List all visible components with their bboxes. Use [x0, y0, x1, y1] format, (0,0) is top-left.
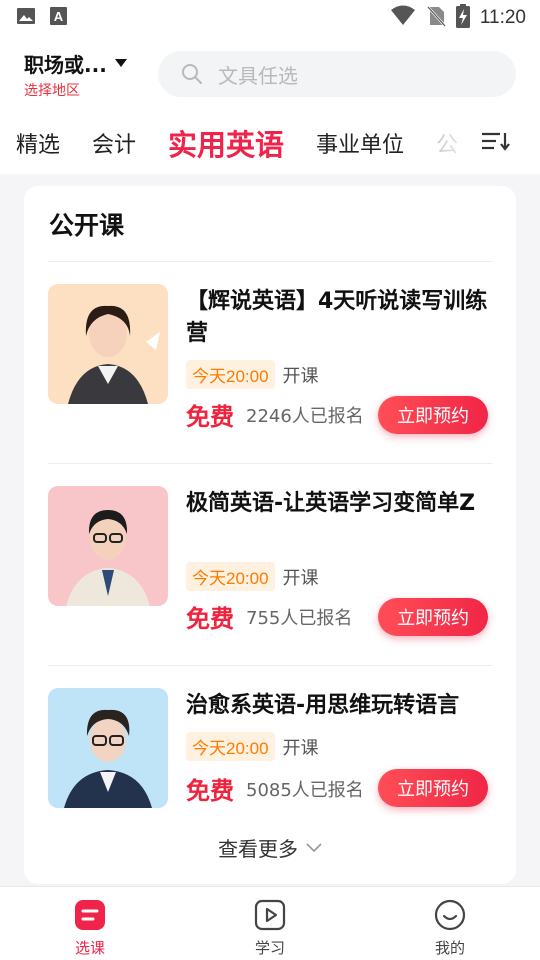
- search-input[interactable]: 文具任选: [158, 51, 516, 97]
- time-badge: 今天20:00: [186, 360, 275, 389]
- nav-label: 我的: [434, 939, 465, 957]
- sort-list-icon[interactable]: [480, 129, 510, 157]
- bottom-nav: 选课 学习 我的: [0, 886, 540, 960]
- open-label: 开课: [282, 365, 319, 387]
- header: 职场或... 选择地区 文具任选: [0, 36, 540, 112]
- open-class-card: 公开课 【辉说英语】4天听说读写训练营 今天20:00 开课 免费 2246人已…: [24, 186, 516, 884]
- course-meta: 今天20:00 开课: [186, 562, 319, 591]
- time-badge: 今天20:00: [186, 562, 275, 591]
- course-item[interactable]: 极简英语-让英语学习变简单Z 今天20:00 开课 免费 755人已报名 立即预…: [48, 486, 492, 646]
- search-placeholder: 文具任选: [218, 63, 298, 88]
- wifi-icon: [390, 5, 416, 31]
- open-label: 开课: [282, 567, 319, 589]
- reserve-button[interactable]: 立即预约: [378, 598, 488, 636]
- status-bar: A 11:20: [0, 0, 540, 36]
- price-row: 免费 2246人已报名: [186, 397, 364, 432]
- play-icon: [254, 899, 286, 931]
- chevron-down-icon: [306, 838, 322, 857]
- divider: [48, 665, 492, 666]
- course-item[interactable]: 治愈系英语-用思维玩转语言 今天20:00 开课 免费 5085人已报名 立即预…: [48, 688, 492, 848]
- course-meta: 今天20:00 开课: [186, 360, 319, 389]
- battery-charging-icon: [455, 4, 470, 32]
- open-label: 开课: [282, 737, 319, 759]
- status-time: 11:20: [479, 7, 526, 28]
- tab-practical-english[interactable]: 实用英语: [168, 122, 284, 164]
- region-hint: 选择地区: [24, 82, 80, 99]
- price-row: 免费 755人已报名: [186, 599, 352, 634]
- course-title: 治愈系英语-用思维玩转语言: [186, 693, 460, 718]
- smile-profile-icon: [434, 899, 466, 931]
- nav-item-study[interactable]: 学习: [180, 887, 360, 960]
- course-title: 极简英语-让英语学习变简单Z: [186, 491, 476, 516]
- nav-item-select-course[interactable]: 选课: [0, 887, 180, 960]
- tab-accounting[interactable]: 会计: [92, 127, 136, 159]
- search-icon: [180, 62, 204, 86]
- course-meta: 今天20:00 开课: [186, 732, 319, 761]
- enrolled-count: 2246人已报名: [246, 405, 364, 427]
- reserve-button[interactable]: 立即预约: [378, 396, 488, 434]
- course-thumbnail: [48, 284, 168, 404]
- divider: [48, 463, 492, 464]
- enrolled-count: 755人已报名: [246, 607, 353, 629]
- tab-public-institution[interactable]: 事业单位: [316, 127, 404, 159]
- svg-text:A: A: [54, 9, 64, 24]
- nav-label: 学习: [254, 939, 285, 957]
- time-badge: 今天20:00: [186, 732, 275, 761]
- font-notification-icon: A: [50, 6, 68, 30]
- gallery-notification-icon: [16, 6, 36, 30]
- reserve-button[interactable]: 立即预约: [378, 769, 488, 807]
- tab-overflow: [440, 112, 540, 174]
- region-name: 职场或...: [24, 52, 107, 77]
- tab-featured[interactable]: 精选: [16, 127, 60, 159]
- category-tabs: 精选 会计 实用英语 事业单位 公: [0, 112, 540, 174]
- view-more-button[interactable]: 查看更多: [24, 832, 516, 862]
- no-sim-icon: [426, 5, 446, 31]
- nav-label: 选课: [74, 939, 105, 957]
- nav-item-profile[interactable]: 我的: [360, 887, 540, 960]
- price-row: 免费 5085人已报名: [186, 771, 364, 806]
- course-select-icon: [74, 899, 106, 931]
- course-thumbnail: [48, 688, 168, 808]
- price-label: 免费: [186, 777, 234, 805]
- price-label: 免费: [186, 403, 234, 431]
- divider: [48, 261, 492, 262]
- price-label: 免费: [186, 605, 234, 633]
- enrolled-count: 5085人已报名: [246, 779, 364, 801]
- region-selector[interactable]: 职场或... 选择地区: [24, 49, 144, 100]
- view-more-label: 查看更多: [218, 836, 298, 861]
- course-thumbnail: [48, 486, 168, 606]
- course-title: 【辉说英语】4天听说读写训练营: [186, 289, 488, 346]
- course-item[interactable]: 【辉说英语】4天听说读写训练营 今天20:00 开课 免费 2246人已报名 立…: [48, 284, 492, 444]
- section-title: 公开课: [49, 211, 125, 240]
- caret-down-icon: [114, 59, 127, 67]
